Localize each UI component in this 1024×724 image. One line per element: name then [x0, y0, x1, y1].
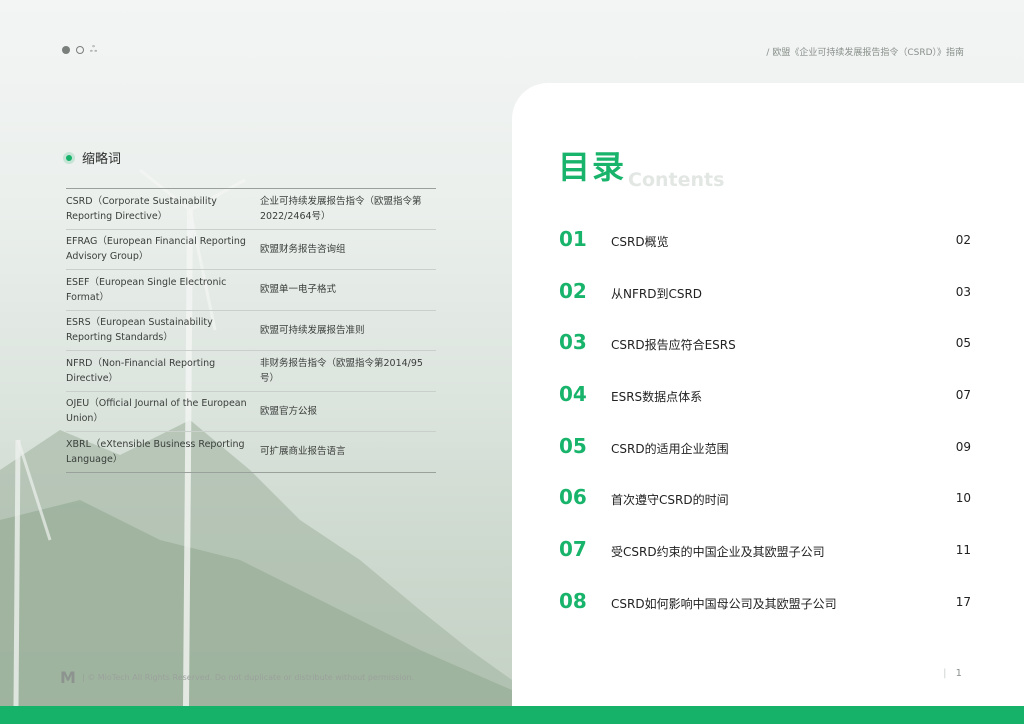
- toc-label: ESRS数据点体系: [611, 390, 703, 405]
- toc-item[interactable]: 07 受CSRD约束的中国企业及其欧盟子公司 11: [559, 535, 971, 587]
- toc-item[interactable]: 05 CSRD的适用企业范围 09: [559, 432, 971, 484]
- toc-label: CSRD概览: [611, 235, 669, 249]
- miotech-logo: M: [60, 668, 76, 687]
- toc-label: 受CSRD约束的中国企业及其欧盟子公司: [611, 545, 825, 560]
- dot-filled-icon: [62, 46, 70, 54]
- toc-number: 02: [559, 278, 587, 303]
- abbr-meaning: 可扩展商业报告语言: [260, 446, 346, 458]
- abbr-meaning: 欧盟财务报告咨询组: [260, 243, 346, 255]
- abbr-term: XBRL（eXtensible Business Reporting Langu…: [66, 438, 245, 465]
- toc-item[interactable]: 06 首次遵守CSRD的时间 10: [559, 483, 971, 535]
- table-row: NFRD（Non-Financial Reporting Directive） …: [66, 351, 436, 392]
- toc-number: 06: [559, 485, 587, 510]
- divider: |: [943, 668, 947, 679]
- contents-card: 目录 Contents 01 CSRD概览 02 02 从NFRD到CSRD 0…: [512, 83, 1024, 706]
- abbr-term: ESEF（European Single Electronic Format）: [66, 276, 227, 303]
- bottom-accent-bar: [0, 706, 1024, 724]
- toc-item[interactable]: 01 CSRD概览 02: [559, 225, 971, 277]
- table-row: XBRL（eXtensible Business Reporting Langu…: [66, 432, 436, 472]
- people-icon: ஃ: [90, 45, 98, 55]
- header-indicator: ஃ: [62, 45, 98, 55]
- contents-title-en: Contents: [628, 169, 725, 191]
- contents-list: 01 CSRD概览 02 02 从NFRD到CSRD 03 03 CSRD报告应…: [559, 225, 971, 639]
- toc-label: 首次遵守CSRD的时间: [611, 493, 729, 508]
- toc-page: 09: [955, 439, 971, 454]
- copyright-text: | © MioTech All Rights Reserved. Do not …: [82, 673, 415, 682]
- toc-label: CSRD如何影响中国母公司及其欧盟子公司: [611, 596, 837, 611]
- toc-item[interactable]: 08 CSRD如何影响中国母公司及其欧盟子公司 17: [559, 587, 971, 639]
- toc-page: 17: [955, 594, 971, 609]
- toc-number: 05: [559, 433, 587, 458]
- abbr-meaning: 企业可持续发展报告指令（欧盟指令第2022/2464号）: [260, 195, 422, 222]
- page-number: | 1: [943, 668, 962, 679]
- toc-page: 10: [955, 491, 971, 506]
- table-row: EFRAG（European Financial Reporting Advis…: [66, 230, 436, 270]
- toc-number: 08: [559, 588, 587, 613]
- abbr-term: ESRS（European Sustainability Reporting S…: [66, 317, 213, 344]
- contents-title: 目录 Contents: [558, 148, 724, 191]
- toc-item[interactable]: 04 ESRS数据点体系 07: [559, 380, 971, 432]
- toc-page: 07: [955, 388, 971, 403]
- table-row: ESRS（European Sustainability Reporting S…: [66, 311, 436, 351]
- abbreviations-heading-text: 缩略词: [82, 152, 122, 167]
- toc-page: 05: [955, 336, 971, 351]
- document-title: / 欧盟《企业可持续发展报告指令（CSRD）》指南: [766, 48, 964, 58]
- toc-item[interactable]: 03 CSRD报告应符合ESRS 05: [559, 328, 971, 380]
- table-row: OJEU（Official Journal of the European Un…: [66, 392, 436, 432]
- abbr-meaning: 非财务报告指令（欧盟指令第2014/95号）: [260, 357, 423, 384]
- page-number-text: 1: [955, 668, 962, 679]
- abbr-meaning: 欧盟可持续发展报告准则: [260, 324, 365, 336]
- abbr-term: CSRD（Corporate Sustainability Reporting …: [66, 195, 217, 222]
- abbr-term: EFRAG（European Financial Reporting Advis…: [66, 236, 246, 263]
- abbr-term: NFRD（Non-Financial Reporting Directive）: [66, 357, 216, 384]
- abbr-meaning: 欧盟官方公报: [260, 405, 318, 417]
- bullet-icon: [66, 154, 72, 161]
- toc-label: 从NFRD到CSRD: [611, 286, 703, 301]
- abbr-term: OJEU（Official Journal of the European Un…: [66, 398, 247, 425]
- toc-page: 03: [955, 284, 971, 299]
- abbreviations-table: CSRD（Corporate Sustainability Reporting …: [66, 188, 436, 473]
- abbr-meaning: 欧盟单一电子格式: [260, 284, 337, 296]
- toc-number: 01: [559, 227, 587, 251]
- table-row: CSRD（Corporate Sustainability Reporting …: [66, 189, 436, 230]
- toc-number: 04: [559, 382, 587, 407]
- table-row: ESEF（European Single Electronic Format） …: [66, 270, 436, 311]
- toc-label: CSRD报告应符合ESRS: [611, 338, 736, 353]
- toc-page: 11: [955, 543, 971, 558]
- toc-page: 02: [955, 233, 971, 247]
- toc-number: 07: [559, 537, 587, 562]
- abbreviations-heading: 缩略词: [66, 148, 121, 167]
- toc-item[interactable]: 02 从NFRD到CSRD 03: [559, 277, 971, 329]
- toc-number: 03: [559, 330, 587, 355]
- dot-outline-icon: [76, 46, 84, 54]
- contents-title-cn: 目录: [558, 148, 627, 186]
- toc-label: CSRD的适用企业范围: [611, 441, 729, 456]
